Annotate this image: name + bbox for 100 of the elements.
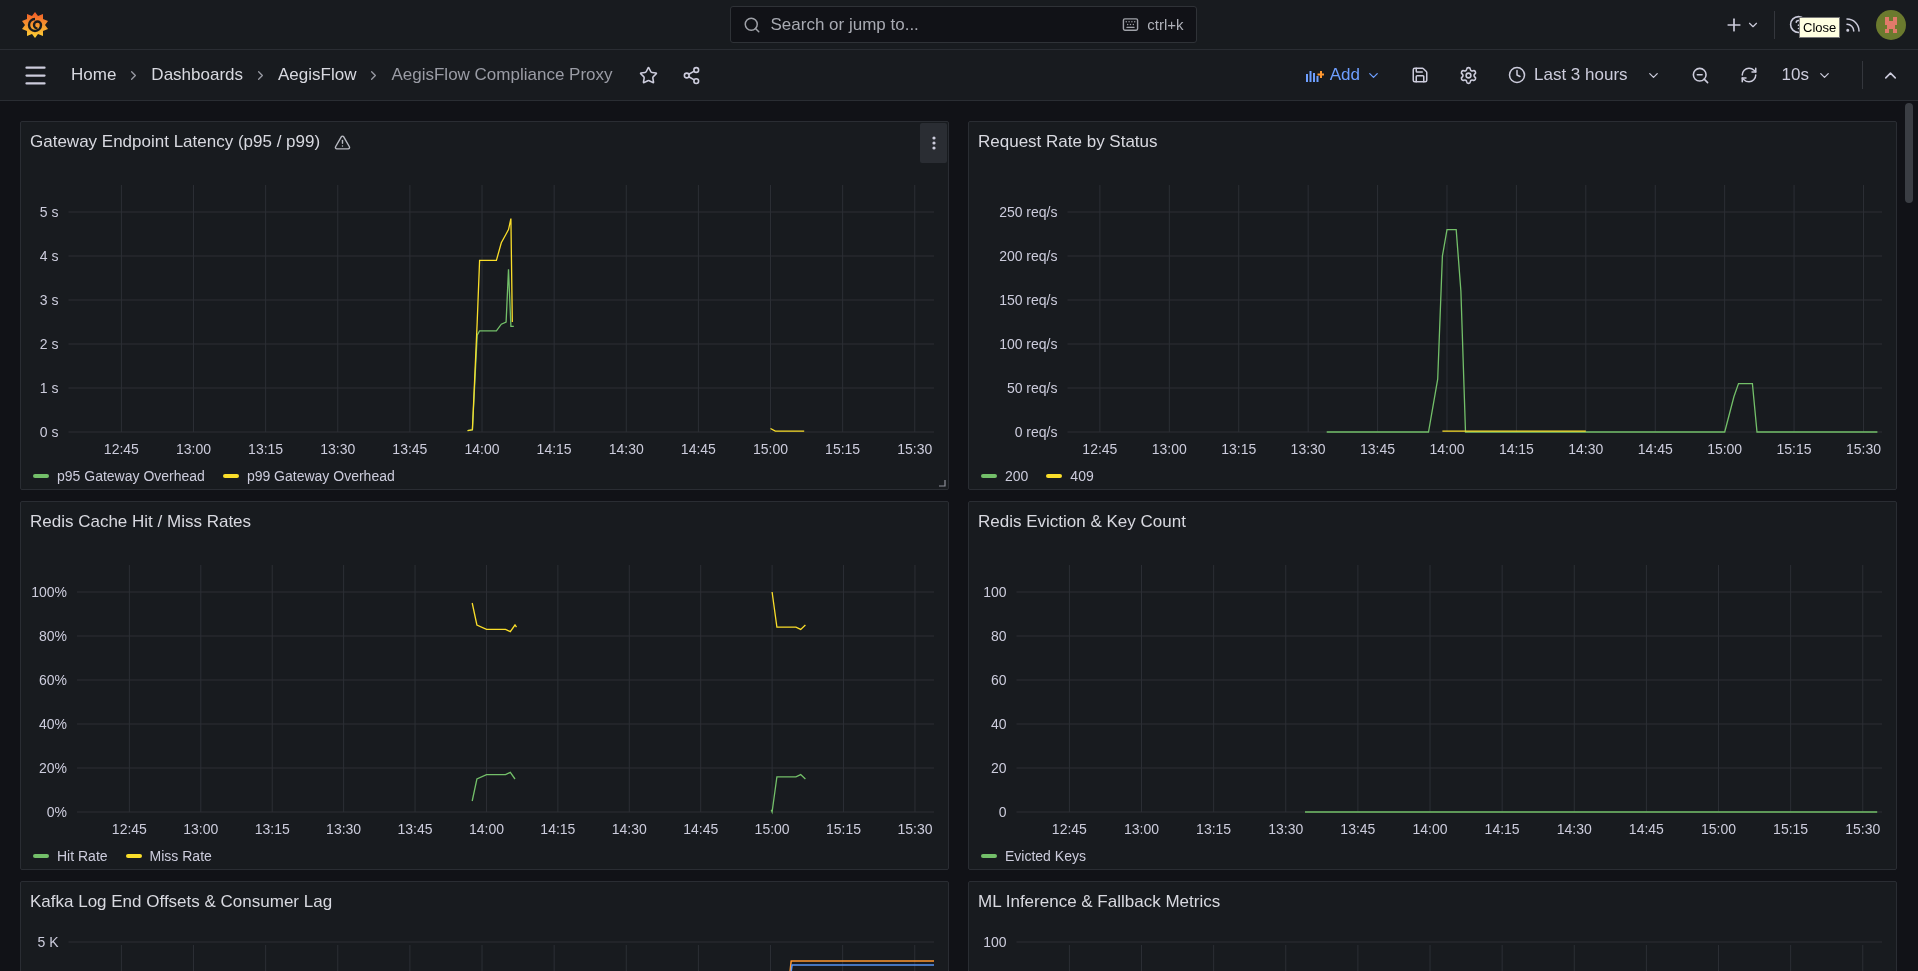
panel-title: Kafka Log End Offsets & Consumer Lag <box>30 892 333 912</box>
panel-title: Redis Eviction & Key Count <box>978 512 1186 532</box>
panel-title: Request Rate by Status <box>978 132 1158 152</box>
vertical-dots-icon <box>931 136 936 150</box>
breadcrumb-link[interactable]: AegisFlow <box>278 65 357 85</box>
search-field[interactable]: Search or jump to... ctrl+k <box>729 6 1197 43</box>
axis-label: 15:30 <box>1845 441 1881 457</box>
axis-label: 13:45 <box>1340 821 1376 837</box>
breadcrumb-link[interactable]: Dashboards <box>151 65 244 85</box>
axis-label: 40 <box>990 716 1007 732</box>
legend-item[interactable]: p95 Gateway Overhead <box>33 467 205 484</box>
axis-label: 15:00 <box>1701 821 1737 837</box>
axis-label: 14:15 <box>1484 821 1520 837</box>
axis-label: 50 req/s <box>1006 380 1058 396</box>
axis-label: 13:30 <box>320 441 356 457</box>
axis-label: 60 <box>990 672 1007 688</box>
legend-item[interactable]: Hit Rate <box>33 847 108 864</box>
axis-label: 14:45 <box>1637 441 1673 457</box>
axis-label: 13:45 <box>392 441 428 457</box>
axis-label: 250 req/s <box>999 204 1058 220</box>
axis-label: 60% <box>38 672 67 688</box>
breadcrumb-link[interactable]: AegisFlow Compliance Proxy <box>391 65 613 85</box>
add-button[interactable]: Add <box>1305 65 1381 85</box>
axis-label: 100% <box>31 584 67 600</box>
zoom-out-icon[interactable] <box>1690 65 1710 85</box>
avatar-icon[interactable] <box>1876 9 1906 40</box>
legend-item[interactable]: Miss Rate <box>125 847 212 864</box>
axis-label: 5 K <box>37 934 59 950</box>
axis-label: 80 <box>990 628 1007 644</box>
axis-label: 14:30 <box>1568 441 1604 457</box>
axis-label: 100 <box>983 584 1007 600</box>
axis-label: 13:30 <box>1268 821 1304 837</box>
axis-label: 14:15 <box>1498 441 1534 457</box>
keyboard-icon <box>1122 16 1140 33</box>
axis-label: 14:00 <box>468 821 504 837</box>
axis-label: 14:00 <box>1429 441 1465 457</box>
legend-item[interactable]: 409 <box>1046 467 1094 484</box>
settings-icon[interactable] <box>1459 65 1478 85</box>
breadcrumb-link[interactable]: Home <box>71 65 117 85</box>
axis-label: 12:45 <box>1082 441 1118 457</box>
panel-title: Gateway Endpoint Latency (p95 / p99) <box>30 132 321 152</box>
axis-label: 15:00 <box>754 821 790 837</box>
search-input[interactable]: Search or jump to... <box>768 13 1115 36</box>
axis-label: 13:15 <box>1196 821 1232 837</box>
axis-label: 14:45 <box>1628 821 1664 837</box>
scrollbar-thumb[interactable] <box>1905 103 1913 203</box>
panel-title: Redis Cache Hit / Miss Rates <box>30 512 252 532</box>
axis-label: 14:00 <box>464 441 500 457</box>
axis-label: 15:00 <box>1707 441 1743 457</box>
axis-label: 1 s <box>39 380 59 396</box>
axis-label: 14:45 <box>680 441 716 457</box>
refresh-icon[interactable] <box>1739 66 1758 84</box>
star-icon[interactable] <box>638 65 658 85</box>
axis-label: 14:30 <box>611 821 647 837</box>
axis-label: 2 s <box>39 336 59 352</box>
axis-label: 13:45 <box>1360 441 1396 457</box>
axis-label: 15:30 <box>897 441 933 457</box>
refresh-interval-picker[interactable]: 10s <box>1781 65 1832 85</box>
axis-label: 15:30 <box>897 821 933 837</box>
axis-label: 0% <box>46 804 67 820</box>
warning-icon[interactable] <box>334 133 352 151</box>
axis-label: 14:45 <box>683 821 719 837</box>
panel-menu-button[interactable] <box>920 123 947 163</box>
axis-label: 13:45 <box>397 821 433 837</box>
axis-label: 0 req/s <box>1014 424 1058 440</box>
axis-label: 14:15 <box>540 821 576 837</box>
time-range-picker[interactable]: Last 3 hours <box>1508 65 1661 85</box>
axis-label: 100 <box>983 934 1007 950</box>
axis-label: 13:00 <box>176 441 212 457</box>
axis-label: 15:15 <box>825 441 861 457</box>
axis-label: 40% <box>38 716 67 732</box>
shortcut-hint: ctrl+k <box>1147 16 1184 33</box>
axis-label: 15:15 <box>1776 441 1812 457</box>
axis-label: 13:00 <box>1151 441 1187 457</box>
axis-label: 15:15 <box>826 821 862 837</box>
save-icon[interactable] <box>1411 66 1429 84</box>
legend-item[interactable]: Evicted Keys <box>981 847 1086 864</box>
axis-label: 13:15 <box>1221 441 1257 457</box>
axis-label: 5 s <box>39 204 59 220</box>
axis-label: 12:45 <box>103 441 139 457</box>
axis-label: 0 s <box>39 424 59 440</box>
axis-label: 13:30 <box>1290 441 1326 457</box>
axis-label: 14:00 <box>1412 821 1448 837</box>
share-icon[interactable] <box>681 65 701 85</box>
legend-item[interactable]: p99 Gateway Overhead <box>222 467 395 484</box>
legend-item[interactable]: 200 <box>981 467 1029 484</box>
axis-label: 100 req/s <box>999 336 1058 352</box>
search-icon <box>742 15 761 34</box>
axis-label: 13:00 <box>1124 821 1160 837</box>
resize-handle-icon[interactable] <box>939 480 946 487</box>
bar-chart-plus-icon <box>1305 68 1324 82</box>
axis-label: 14:30 <box>608 441 644 457</box>
rss-icon[interactable] <box>1844 15 1862 34</box>
axis-label: 0 <box>998 804 1007 820</box>
axis-label: 13:15 <box>254 821 290 837</box>
axis-label: 12:45 <box>111 821 147 837</box>
tooltip: Close <box>1799 17 1841 38</box>
axis-label: 15:00 <box>753 441 789 457</box>
axis-label: 80% <box>38 628 67 644</box>
axis-label: 13:30 <box>326 821 362 837</box>
